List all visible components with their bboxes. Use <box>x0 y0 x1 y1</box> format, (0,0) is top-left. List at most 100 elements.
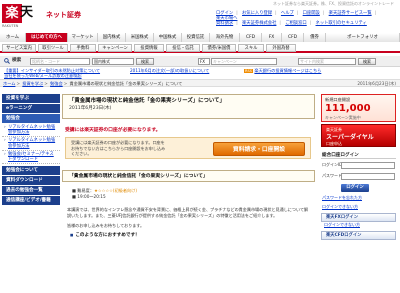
tab-us-stocks[interactable]: 米国株式 <box>126 33 154 42</box>
article-date: 2011年6月23日(木) <box>69 106 112 112</box>
subnav-skill[interactable]: スキル <box>238 44 264 52</box>
fx-search-input[interactable]: キャンペーン <box>211 58 277 65</box>
promo-text: 受講には楽天証券の口座が必要になります。口座をお持ちでない方はこちらから口座開設… <box>71 140 166 157</box>
sidebar-item-realtime-1[interactable]: リアルタイムネット勉強会参加方法 <box>2 124 60 138</box>
notice-orders[interactable]: 2011年6月の注文(一部)の取扱いについて <box>130 68 209 73</box>
fx-cannot-login-link[interactable]: ログインできない方 <box>321 222 396 228</box>
tab-fx[interactable]: FX <box>262 33 282 42</box>
subnav-forex[interactable]: 外国為替 <box>266 44 296 52</box>
header-links: ログイン | お気に入り登録 | ヘルプ | 口座開設 | 楽天証券サービス一覧 | 楽天… <box>216 11 377 27</box>
open-account-button[interactable]: 資料請求・口座開設 <box>213 142 305 156</box>
market-select[interactable]: 国内株式 <box>92 58 134 65</box>
article-header: 「貴金属市場の現状と純金信託「金の果実シリーズ」について」 2011年6月23日… <box>62 94 315 119</box>
site-search-button[interactable]: 検索 <box>358 58 376 65</box>
tab-market[interactable]: マーケット <box>68 33 98 42</box>
sidebar-head-courses[interactable]: 通信講座/ビデオ/書籍 <box>2 196 60 206</box>
campaign-banner[interactable]: 新規口座開設 111,000 キャンペーン実施中 <box>321 94 396 122</box>
tab-bonds[interactable]: 債券 <box>304 33 326 42</box>
header-link-bookmark[interactable]: お気に入り登録 <box>242 11 272 16</box>
sidebar-item-realtime-2[interactable]: リアルタイムネット勉強会参加方法 <box>2 137 60 151</box>
subnav-fees[interactable]: 手数料 <box>70 44 96 52</box>
campaign-banner-note: キャンペーン実施中 <box>325 115 361 120</box>
breadcrumb-current: 貴金属市場の現状と純金信託「金の果実シリーズ」について <box>69 81 183 86</box>
sidebar-item-download[interactable]: 勉強会/セミナー/テキストダウンロード <box>2 151 60 165</box>
logo-mark: 楽 <box>2 4 22 23</box>
subnav-campaign[interactable]: キャンペーン <box>98 44 132 52</box>
header-link-security[interactable]: ネット取引のセキュリティ <box>316 21 367 26</box>
tab-portfolio[interactable]: ポートフォリオ <box>326 33 400 42</box>
tab-cn-stocks[interactable]: 中国株式 <box>154 33 182 42</box>
forgot-password-link[interactable]: パスワードを忘れた方 <box>321 195 396 201</box>
cfd-login-button[interactable]: 楽天CFDログイン <box>321 230 396 240</box>
article-title: 「貴金属市場の現状と純金信託「金の果実シリーズ」について」 <box>69 98 225 104</box>
notice-fraud[interactable]: 当社を装ったWeb/メール詐欺の注意喚起 <box>4 73 82 78</box>
logo-sub: RAKUTEN <box>2 24 19 28</box>
login-id-label: ログインID <box>322 162 343 167</box>
header-link-open-account[interactable]: 口座開設 <box>303 11 320 16</box>
subnav-tools[interactable]: 取引ツール <box>38 44 68 52</box>
stock-search-button[interactable]: 検索 <box>136 58 154 65</box>
rss-icon[interactable]: RSS <box>244 69 254 74</box>
logo-mark2: 天 <box>20 5 34 20</box>
breadcrumb-learn[interactable]: 投資を学ぶ <box>22 81 43 86</box>
login-button[interactable]: ログイン <box>341 184 369 192</box>
login-pw-row: パスワード <box>321 173 396 181</box>
site-header: 楽 天 RAKUTEN ネット証券 ネット証券なら楽天証券。株、FX、投資信託の… <box>0 0 400 33</box>
sidebar-head-elearning[interactable]: eラーニング <box>2 104 60 113</box>
super-dial-banner[interactable]: 楽天証券 スーパーダイヤル 口座申込 <box>321 124 396 147</box>
login-pw-label: パスワード <box>322 173 342 178</box>
right-sidebar: 新規口座開設 111,000 キャンペーン実施中 楽天証券 スーパーダイヤル 口… <box>321 94 396 293</box>
login-id-row: ログインID <box>321 162 396 170</box>
meta-time-value: 19:00〜20:15 <box>77 194 106 200</box>
cannot-login-link[interactable]: ログインできない方 <box>321 204 396 210</box>
sidebar-head-about[interactable]: 勉強会について <box>2 166 60 176</box>
breadcrumb-study[interactable]: 勉強会 <box>50 81 63 86</box>
notice-area: 【重要】インサイダー取引の未然防止対策について 当社を装ったWeb/メール詐欺の… <box>0 68 400 78</box>
super-dial-sub: 口座申込 <box>326 141 342 146</box>
header-link-help[interactable]: ヘルプ <box>281 11 294 16</box>
tab-cfd-2[interactable]: CFD <box>282 33 304 42</box>
login-heading: 総合口座ログイン <box>321 152 396 159</box>
main-nav: ホーム はじめての方へ マーケット 国内株式 米国株式 中国株式 投資信託 海外… <box>0 33 400 42</box>
sidebar-head-learn[interactable]: 投資を学ぶ <box>2 94 60 103</box>
promo-box: 受講には楽天証券の口座が必要になります。口座をお持ちでない方はこちらから口座開設… <box>65 137 311 159</box>
login-id-input[interactable] <box>341 162 395 169</box>
tagline: ネット証券なら楽天証券。株、FX、投資信託のオンライントレード <box>272 1 394 6</box>
breadcrumb: ホーム> 投資を学ぶ> 勉強会> 貴金属市場の現状と純金信託「金の果実シリーズ」… <box>0 79 400 87</box>
sidebar-head-past[interactable]: 過去の勉強会一覧 <box>2 186 60 196</box>
article-body: 本講演では、世界的なインフレ懸念や通貨不安を背景に、価格上昇が続く金、プラチナな… <box>67 206 309 218</box>
article-subheading: このような方におすすめです！ <box>70 233 315 239</box>
rakuten-logo[interactable]: 楽 天 RAKUTEN <box>2 4 39 30</box>
sidebar-head-study[interactable]: 勉強会 <box>2 114 60 123</box>
tab-funds[interactable]: 投資信託 <box>182 33 210 42</box>
campaign-banner-amount: 111,000 <box>325 103 371 114</box>
subnav-info[interactable]: 投資情報 <box>134 44 164 52</box>
seminar-meta: ■ 難易度：★☆☆☆☆(初級者向け) ■ 19:00〜20:15 <box>72 188 315 201</box>
stock-search-input[interactable]: 銘柄名・コード <box>30 58 90 65</box>
notice-bank-link[interactable]: 楽天銀行の投資情報ページはこちら <box>254 68 321 73</box>
tab-beginners[interactable]: はじめての方へ <box>26 33 68 42</box>
header-link-brochure[interactable]: 資料請求 <box>216 21 233 26</box>
fx-login-button[interactable]: 楽天FXログイン <box>321 212 396 222</box>
fx-select[interactable]: FX <box>198 58 210 65</box>
tab-overseas-futures[interactable]: 海外先物 <box>210 33 240 42</box>
site-search-input[interactable]: サイト内検索 <box>298 58 356 65</box>
meta-level-value: ★☆☆☆☆(初級者向け) <box>94 188 138 193</box>
tab-cfd[interactable]: CFD <box>240 33 262 42</box>
subnav-bonds[interactable]: 債券/米国債 <box>202 44 236 52</box>
meta-time: ■ 19:00〜20:15 <box>72 194 106 200</box>
search-icon <box>4 58 10 64</box>
breadcrumb-home[interactable]: ホーム <box>3 81 15 86</box>
sidebar-head-material[interactable]: 資料ダウンロード <box>2 176 60 186</box>
header-link-contact[interactable]: ご相談窓口 <box>285 21 306 26</box>
header-link-company[interactable]: 楽天証券株式会社 <box>242 21 276 26</box>
header-link-services[interactable]: 楽天証券サービス一覧 <box>329 11 372 16</box>
login-pw-input[interactable] <box>341 173 395 180</box>
subnav-services[interactable]: サービス案内 <box>2 44 36 52</box>
subnav-trust[interactable]: 投信・信託 <box>166 44 200 52</box>
section-title: 「貴金属市場の現状と純金信託「金の果実シリーズ」について」 <box>62 170 315 182</box>
tab-jp-stocks[interactable]: 国内株式 <box>98 33 126 42</box>
tab-home[interactable]: ホーム <box>0 33 26 42</box>
sub-nav: サービス案内 取引ツール 手数料 キャンペーン 投資情報 投信・信託 債券/米国… <box>0 43 400 53</box>
search-bar: 検索 銘柄名・コード 国内株式 検索 FX キャンペーン サイト内検索 検索 <box>0 56 400 67</box>
